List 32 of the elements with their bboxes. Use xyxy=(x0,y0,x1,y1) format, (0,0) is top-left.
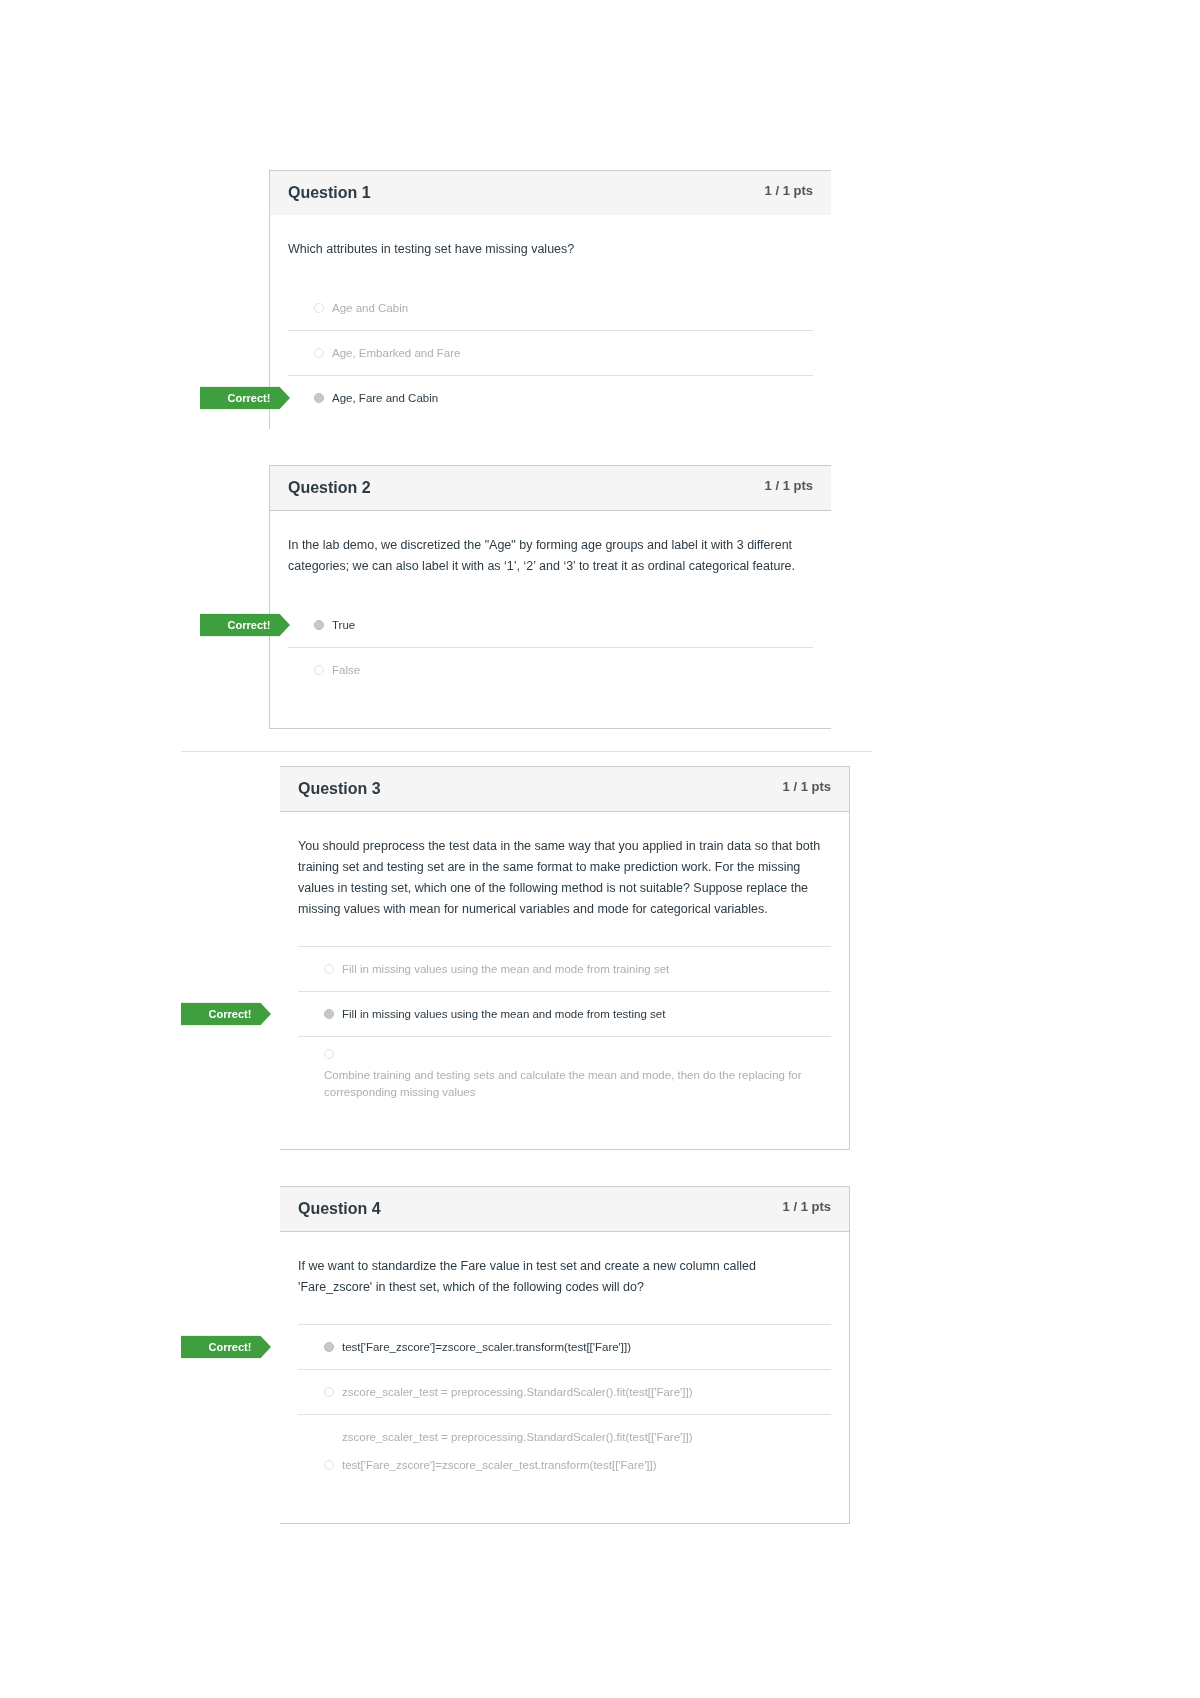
question-text: If we want to standardize the Fare value in test set and create a new column called 'Fare_zscore' in thest set, which of the following codes will do? xyxy=(298,1258,757,1296)
answer-text: Fill in missing values using the mean and mode from testing set xyxy=(342,1006,666,1022)
correct-flag: Correct! xyxy=(181,1002,271,1026)
question-text: Which attributes in testing set have missing values? xyxy=(288,241,576,258)
radio-button[interactable] xyxy=(324,1009,334,1019)
question-text: In the lab demo, we discretized the "Age" by forming age groups and label it with 3 different categories; we can also label it with as ‘1’, ‘2’ and ‘3’ to treat it as ordinal categorical feature. xyxy=(288,537,796,575)
radio-button[interactable] xyxy=(314,393,324,403)
answer-text: Fill in missing values using the mean and mode from training set xyxy=(342,961,670,977)
question-title: Question 4 xyxy=(298,1200,381,1218)
question-title: Question 3 xyxy=(298,780,381,798)
points-label: 1 / 1 pts xyxy=(764,478,813,493)
correct-flag: Correct! xyxy=(181,1335,271,1359)
question-text: You should preprocess the test data in the same way that you applied in train data so that both training set and testing set are in the same format to make prediction work. For the missing values in testing set, which one of the following method is not suitable? Suppose replace the missing values with mean for numerical variables and mode for categorical variables. xyxy=(298,838,822,918)
radio-button[interactable] xyxy=(314,620,324,630)
answer-text: test['Fare_zscore']=zscore_scaler_test.transform(test[['Fare']]) xyxy=(342,1457,657,1473)
answer-text: Age, Fare and Cabin xyxy=(332,390,439,406)
answer-text: Age, Embarked and Fare xyxy=(332,345,461,361)
answer-text: Age and Cabin xyxy=(332,300,409,316)
answer-text: True xyxy=(332,617,356,633)
answer-text: zscore_scaler_test = preprocessing.StandardScaler().fit(test[['Fare']]) xyxy=(342,1429,693,1445)
radio-button[interactable] xyxy=(324,1342,334,1352)
points-label: 1 / 1 pts xyxy=(782,1199,831,1214)
question-title: Question 2 xyxy=(288,479,371,497)
question-title: Question 1 xyxy=(288,184,371,202)
answer-text: False xyxy=(332,662,361,678)
points-label: 1 / 1 pts xyxy=(764,183,813,198)
answer-text: zscore_scaler_test = preprocessing.StandardScaler().fit(test[['Fare']]) xyxy=(342,1384,693,1400)
points-label: 1 / 1 pts xyxy=(782,779,831,794)
answer-text: Combine training and testing sets and calculate the mean and mode, then do the replacing for corresponding missing values xyxy=(324,1068,803,1100)
correct-flag: Correct! xyxy=(200,386,290,410)
answer-text: test['Fare_zscore']=zscore_scaler.transform(test[['Fare']]) xyxy=(342,1339,632,1355)
correct-flag: Correct! xyxy=(200,613,290,637)
